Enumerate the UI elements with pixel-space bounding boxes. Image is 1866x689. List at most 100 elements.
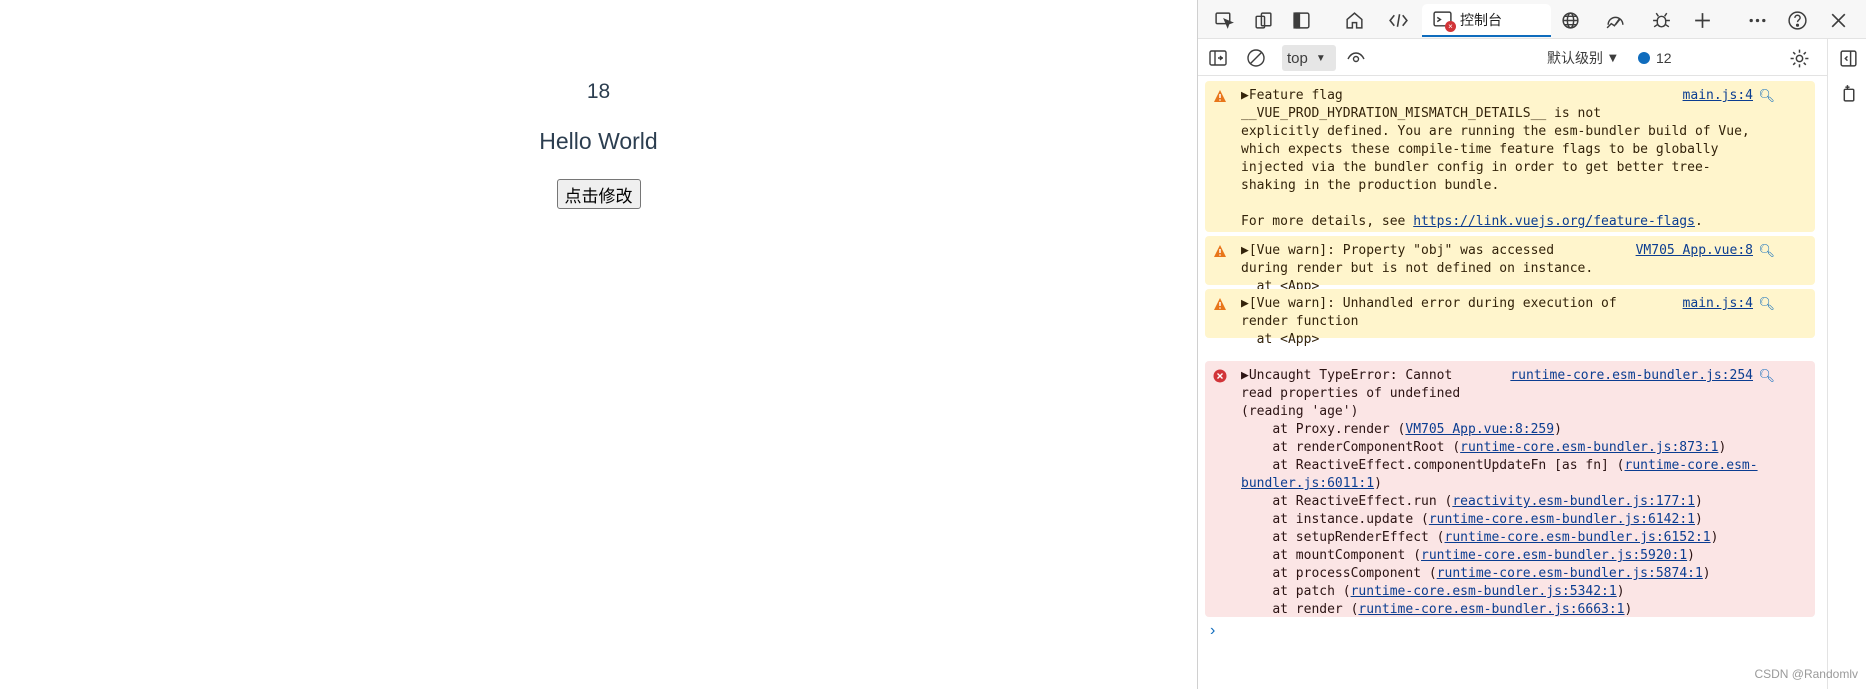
warning-text-3: ▶[Vue warn]: Unhandled error during exec… bbox=[1241, 296, 1617, 347]
chevron-down-icon: ▼ bbox=[1609, 52, 1617, 64]
tab-console[interactable]: × 控制台 bbox=[1422, 4, 1551, 37]
context-selector[interactable]: top ▼ bbox=[1282, 45, 1336, 71]
stack-frame-link[interactable]: runtime-core.esm-bundler.js:6663:1 bbox=[1358, 602, 1624, 617]
stack-frame-close: ) bbox=[1554, 422, 1562, 437]
context-value: top bbox=[1287, 49, 1308, 67]
log-level-selector[interactable]: 默认级别 ▼ bbox=[1547, 45, 1617, 71]
page-viewport: 18 Hello World 点击修改 bbox=[0, 0, 1197, 689]
sidebar-toggle-icon[interactable] bbox=[1287, 6, 1315, 34]
console-warning-message: ▶[Vue warn]: Unhandled error during exec… bbox=[1205, 289, 1815, 347]
stack-frame-function: at renderComponentRoot ( bbox=[1241, 440, 1461, 455]
stack-frame: at setupRenderEffect (runtime-core.esm-b… bbox=[1241, 529, 1801, 547]
live-expression-eye-icon[interactable] bbox=[1346, 45, 1366, 71]
modify-button[interactable]: 点击修改 bbox=[556, 179, 641, 209]
console-warning-message: ▶Feature flag __VUE_PROD_HYDRATION_MISMA… bbox=[1205, 81, 1815, 232]
console-toolbar: top ▼ 默认级别 ▼ 12 bbox=[1198, 39, 1827, 110]
warning-icon bbox=[1214, 245, 1226, 257]
clear-console-icon[interactable] bbox=[1246, 45, 1266, 71]
stack-frame-close: ) bbox=[1624, 602, 1633, 617]
message-body: ▶Feature flag __VUE_PROD_HYDRATION_MISMA… bbox=[1241, 88, 1750, 229]
stack-frame-close: ) bbox=[1702, 566, 1711, 581]
help-icon[interactable] bbox=[1783, 6, 1811, 34]
stack-frame-close: ) bbox=[1616, 584, 1625, 599]
stack-frame: at ReactiveEffect.componentUpdateFn [as … bbox=[1241, 457, 1801, 493]
message-bubble-icon bbox=[1638, 52, 1650, 64]
error-stack-trace: at Proxy.render (VM705 App.vue:8:259) at… bbox=[1241, 421, 1801, 619]
watermark: CSDN @Randomlv bbox=[1754, 667, 1858, 681]
add-tool-plus-icon[interactable] bbox=[1688, 6, 1716, 34]
warning-text-1: ▶Feature flag __VUE_PROD_HYDRATION_MISMA… bbox=[1241, 87, 1801, 231]
stack-frame-close: ) bbox=[1694, 512, 1703, 527]
show-sidebar-icon[interactable] bbox=[1208, 45, 1228, 71]
stack-frame-link[interactable]: runtime-core.esm-bundler.js:6142:1 bbox=[1429, 512, 1695, 527]
warning-text-2: ▶[Vue warn]: Property "obj" was accessed… bbox=[1241, 243, 1594, 294]
console-messages: ▶Feature flag __VUE_PROD_HYDRATION_MISMA… bbox=[1198, 77, 1827, 689]
console-prompt[interactable]: › bbox=[1210, 622, 1215, 640]
inspect-element-icon[interactable] bbox=[1210, 6, 1238, 34]
search-icon[interactable]: 🔍︎ bbox=[1758, 296, 1775, 314]
log-level-value: 默认级别 bbox=[1547, 51, 1603, 67]
stack-frame: at instance.update (runtime-core.esm-bun… bbox=[1241, 511, 1801, 529]
stack-frame-function: at mountComponent ( bbox=[1241, 548, 1422, 563]
stack-frame-function: at render ( bbox=[1241, 602, 1359, 617]
elements-tab-icon[interactable] bbox=[1384, 6, 1412, 34]
debug-bug-icon[interactable] bbox=[1647, 6, 1675, 34]
copy-screenshot-icon[interactable] bbox=[1834, 79, 1862, 107]
stack-frame-close: ) bbox=[1718, 440, 1727, 455]
docs-link[interactable]: https://link.vuejs.org/feature-flags bbox=[1413, 214, 1695, 229]
stack-frame-function: at processComponent ( bbox=[1241, 566, 1437, 581]
stack-frame-link[interactable]: runtime-core.esm-bundler.js:5874:1 bbox=[1437, 566, 1703, 581]
devtools-panel: × 控制台 top ▼ 筛选器 默认级别 ▼ 12 ▶Feature flag … bbox=[1197, 0, 1866, 689]
console-settings-gear-icon[interactable] bbox=[1789, 45, 1810, 71]
issues-counter[interactable]: 12 bbox=[1638, 45, 1672, 71]
stack-frame-function: at instance.update ( bbox=[1241, 512, 1429, 527]
search-icon[interactable]: 🔍︎ bbox=[1758, 368, 1775, 386]
age-text: 18 bbox=[586, 80, 611, 103]
console-warning-message: ▶[Vue warn]: Property "obj" was accessed… bbox=[1205, 236, 1815, 294]
stack-frame: at mountComponent (runtime-core.esm-bund… bbox=[1241, 547, 1801, 565]
stack-frame-link[interactable]: runtime-core.esm-bundler.js:873:1 bbox=[1460, 440, 1718, 455]
stack-frame-function: at ReactiveEffect.run ( bbox=[1241, 494, 1453, 509]
stack-frame: at render (runtime-core.esm-bundler.js:6… bbox=[1241, 601, 1801, 619]
right-action-rail bbox=[1827, 39, 1866, 689]
warning-icon bbox=[1214, 298, 1226, 310]
stack-frame-link[interactable]: VM705 App.vue:8:259 bbox=[1405, 422, 1554, 437]
button-wrapper: 点击修改 bbox=[0, 179, 1197, 209]
source-link[interactable]: main.js:4 bbox=[1683, 87, 1753, 105]
error-icon bbox=[1213, 369, 1227, 383]
stack-frame-function: at setupRenderEffect ( bbox=[1241, 530, 1445, 545]
performance-icon[interactable] bbox=[1601, 6, 1629, 34]
stack-frame-function: at patch ( bbox=[1241, 584, 1351, 599]
stack-frame: at Proxy.render (VM705 App.vue:8:259) bbox=[1241, 421, 1801, 439]
source-link[interactable]: main.js:4 bbox=[1683, 295, 1753, 313]
stack-frame-link[interactable]: runtime-core.esm-bundler.js:5342:1 bbox=[1351, 584, 1617, 599]
dock-side-icon[interactable] bbox=[1834, 44, 1862, 72]
device-emulation-icon[interactable] bbox=[1249, 6, 1277, 34]
error-head: ▶Uncaught TypeError: Cannot read propert… bbox=[1241, 368, 1461, 419]
stack-frame-close: ) bbox=[1694, 494, 1703, 509]
console-tab-label: 控制台 bbox=[1460, 12, 1502, 29]
error-text: ▶Uncaught TypeError: Cannot read propert… bbox=[1241, 367, 1801, 619]
more-options-icon[interactable] bbox=[1743, 6, 1771, 34]
search-icon[interactable]: 🔍︎ bbox=[1758, 88, 1775, 106]
stack-frame-close: ) bbox=[1710, 530, 1719, 545]
network-globe-icon[interactable] bbox=[1556, 6, 1584, 34]
stack-frame-function: at ReactiveEffect.componentUpdateFn [as … bbox=[1241, 458, 1625, 473]
stack-frame-link[interactable]: reactivity.esm-bundler.js:177:1 bbox=[1452, 494, 1695, 509]
chevron-down-icon: ▼ bbox=[1315, 52, 1326, 64]
warning-icon bbox=[1214, 90, 1226, 102]
source-link[interactable]: runtime-core.esm-bundler.js:254 bbox=[1510, 367, 1753, 385]
close-devtools-icon[interactable] bbox=[1824, 6, 1852, 34]
message-tail: . bbox=[1694, 214, 1703, 229]
stack-frame-link[interactable]: runtime-core.esm-bundler.js:5920:1 bbox=[1421, 548, 1687, 563]
source-link[interactable]: VM705 App.vue:8 bbox=[1636, 242, 1753, 260]
issues-count: 12 bbox=[1656, 50, 1672, 66]
stack-frame: at ReactiveEffect.run (reactivity.esm-bu… bbox=[1241, 493, 1801, 511]
console-error-message: ▶Uncaught TypeError: Cannot read propert… bbox=[1205, 361, 1815, 617]
stack-frame: at patch (runtime-core.esm-bundler.js:53… bbox=[1241, 583, 1801, 601]
welcome-home-icon[interactable] bbox=[1340, 6, 1368, 34]
stack-frame-function: at Proxy.render ( bbox=[1241, 422, 1406, 437]
stack-frame-link[interactable]: runtime-core.esm-bundler.js:6152:1 bbox=[1445, 530, 1711, 545]
stack-frame-close: ) bbox=[1687, 548, 1695, 563]
search-icon[interactable]: 🔍︎ bbox=[1758, 243, 1775, 261]
